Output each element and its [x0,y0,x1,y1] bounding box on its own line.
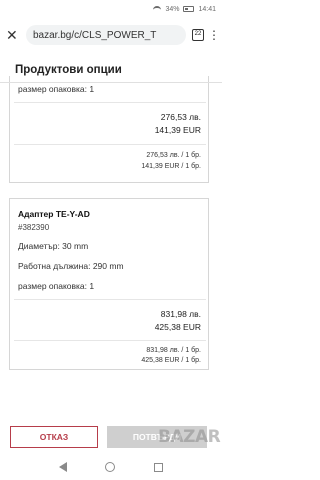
browser-toolbar: ✕ bazar.bg/c/CLS_POWER_T 22 ⋮ [0,20,222,50]
product-working-length: Работна дължина: 290 mm [18,261,124,271]
unit-price-bgn: 276,53 лв. / 1 бр. [146,152,201,159]
recent-apps-icon[interactable] [153,462,163,472]
product-card: размер опаковка: 1 276,53 лв. 141,39 EUR… [9,76,209,183]
product-name: Адаптер TE-Y-AD [18,209,90,219]
overflow-menu-icon[interactable]: ⋮ [208,29,220,41]
unit-price-eur: 425,38 EUR / 1 бр. [141,357,201,364]
cancel-button[interactable]: ОТКАЗ [10,426,98,448]
product-code: #382390 [18,223,50,232]
price-eur: 425,38 EUR [154,322,201,332]
divider [14,102,206,103]
wifi-icon [153,6,162,12]
status-icons: 34% 14:41 [153,6,216,13]
pack-size: размер опаковка: 1 [18,281,95,291]
clock: 14:41 [198,5,216,13]
divider [14,299,206,300]
url-text: bazar.bg/c/CLS_POWER_T [33,29,157,41]
price-eur: 141,39 EUR [154,125,201,135]
price-bgn: 831,98 лв. [160,309,201,319]
divider [14,340,206,341]
price-bgn: 276,53 лв. [160,112,201,122]
close-icon[interactable]: ✕ [6,28,20,42]
unit-price-eur: 141,39 EUR / 1 бр. [141,163,201,170]
battery-percent: 34% [165,5,180,13]
tabs-icon[interactable]: 22 [192,29,204,41]
product-diameter: Диаметър: 30 mm [18,241,89,251]
divider [0,82,222,83]
bazar-watermark-logo: BAZAR [158,427,221,447]
page-title: Продуктови опции [15,64,122,76]
address-bar[interactable]: bazar.bg/c/CLS_POWER_T [26,25,186,45]
unit-price-bgn: 831,98 лв. / 1 бр. [146,347,201,354]
system-nav-bar [0,454,222,480]
pack-size: размер опаковка: 1 [18,84,95,94]
battery-icon [183,6,195,12]
product-card[interactable]: Адаптер TE-Y-AD #382390 Диаметър: 30 mm … [9,198,209,370]
home-icon[interactable] [105,462,116,472]
status-bar: 34% 14:41 [0,0,222,18]
back-icon[interactable] [59,462,68,472]
divider [14,144,206,145]
